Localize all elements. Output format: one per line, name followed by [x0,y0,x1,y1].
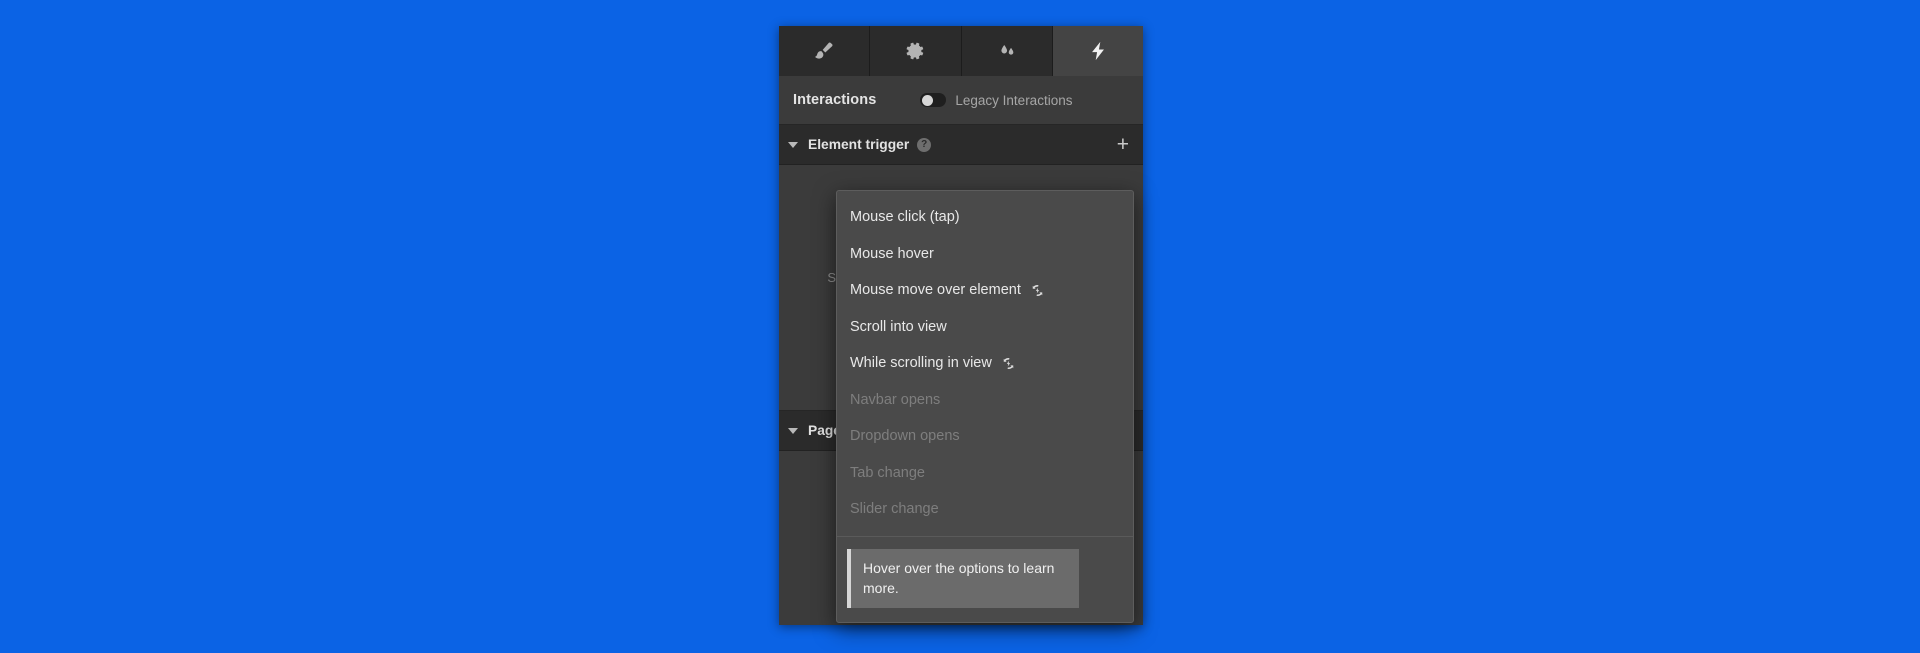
help-icon[interactable]: ? [917,137,932,152]
trigger-option-label: Slider change [850,501,939,518]
tooltip-area: Hover over the options to learn more. [837,537,1133,622]
trigger-option-label: Navbar opens [850,391,941,408]
add-element-trigger-button[interactable]: + [1115,134,1131,155]
element-trigger-title: Element trigger [808,137,910,152]
legacy-interactions-label: Legacy Interactions [955,92,1073,108]
chevron-down-icon[interactable] [788,427,798,434]
element-trigger-dropdown: Mouse click (tap) Mouse hover Mouse move o… [836,190,1134,623]
trigger-option[interactable]: Mouse move over element [837,272,1133,309]
loop-lightning-icon [1001,356,1016,371]
page-title: Interactions [793,92,877,108]
trigger-option[interactable]: Scroll into view [837,309,1133,346]
panel-tab-bar [779,26,1143,76]
trigger-option-label: Scroll into view [850,318,947,335]
trigger-option-label: While scrolling in view [850,355,992,372]
settings-tab[interactable] [870,26,962,76]
loop-lightning-icon [1030,283,1045,298]
toggle-knob [921,94,933,106]
trigger-option-label: Tab change [850,464,925,481]
styles-tab[interactable] [961,26,1053,76]
style-tab[interactable] [779,26,871,76]
gear-icon [904,40,926,62]
trigger-option-label: Mouse hover [850,245,934,262]
chevron-down-icon[interactable] [788,141,798,148]
trigger-option: Dropdown opens [837,418,1133,455]
trigger-option: Tab change [837,455,1133,492]
trigger-option[interactable]: While scrolling in view [837,345,1133,382]
interactions-header: Interactions Legacy Interactions [779,76,1143,125]
trigger-option-label: Dropdown opens [850,428,960,445]
lightning-icon [1087,40,1109,62]
paintbrush-icon [813,40,835,62]
element-trigger-header[interactable]: Element trigger ? + [779,125,1143,165]
trigger-options-list: Mouse click (tap) Mouse hover Mouse move o… [837,199,1133,528]
trigger-option[interactable]: Mouse hover [837,236,1133,273]
trigger-option: Navbar opens [837,382,1133,419]
water-drops-icon [996,40,1018,62]
trigger-option-label: Mouse move over element [850,282,1021,299]
trigger-option[interactable]: Mouse click (tap) [837,199,1133,236]
trigger-option-label: Mouse click (tap) [850,209,960,226]
legacy-interactions-control: Legacy Interactions [920,93,1072,108]
legacy-interactions-toggle[interactable] [920,93,947,107]
interactions-tab[interactable] [1052,26,1143,76]
dropdown-tooltip: Hover over the options to learn more. [847,548,1079,608]
trigger-option: Slider change [837,491,1133,528]
